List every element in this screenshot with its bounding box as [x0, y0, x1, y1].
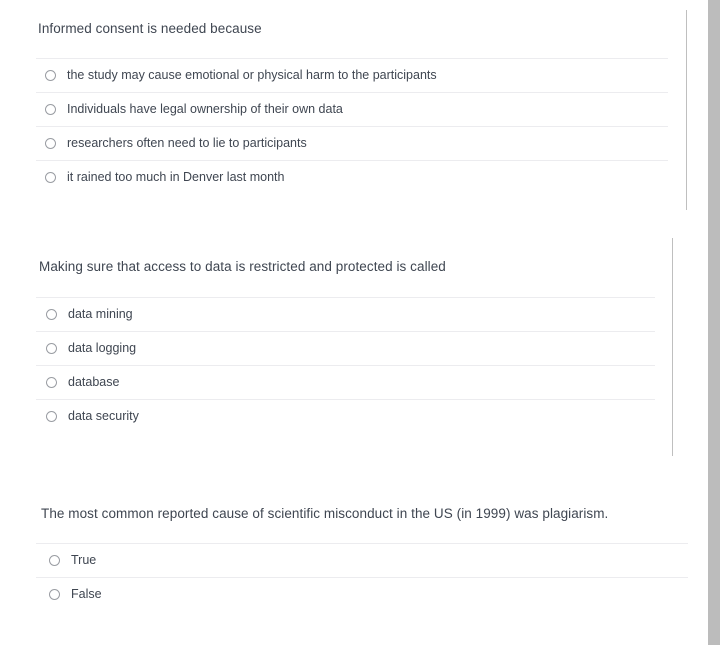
- vertical-scrollbar[interactable]: [708, 0, 720, 645]
- content-edge-rule-lower: [672, 238, 673, 456]
- option-row[interactable]: data mining: [36, 297, 655, 331]
- option-label: the study may cause emotional or physica…: [67, 68, 437, 82]
- option-label: researchers often need to lie to partici…: [67, 136, 307, 150]
- radio-button-icon[interactable]: [45, 70, 56, 81]
- radio-button-icon[interactable]: [45, 172, 56, 183]
- option-row[interactable]: Individuals have legal ownership of thei…: [36, 92, 668, 126]
- question-block-data-security: Making sure that access to data is restr…: [0, 258, 655, 433]
- options-list: True False: [36, 543, 688, 611]
- radio-button-icon[interactable]: [46, 343, 57, 354]
- option-label: data logging: [68, 341, 137, 355]
- option-label: data security: [68, 409, 139, 423]
- option-label: database: [68, 375, 120, 389]
- option-label: it rained too much in Denver last month: [67, 170, 285, 184]
- radio-button-icon[interactable]: [46, 309, 57, 320]
- option-row[interactable]: researchers often need to lie to partici…: [36, 126, 668, 160]
- option-row[interactable]: data logging: [36, 331, 655, 365]
- radio-button-icon[interactable]: [49, 589, 60, 600]
- question-prompt: The most common reported cause of scient…: [41, 506, 609, 521]
- question-block-scientific-misconduct: The most common reported cause of scient…: [0, 505, 688, 611]
- option-row[interactable]: False: [36, 577, 688, 611]
- option-row[interactable]: the study may cause emotional or physica…: [36, 58, 668, 92]
- option-row[interactable]: it rained too much in Denver last month: [36, 160, 668, 194]
- radio-button-icon[interactable]: [46, 377, 57, 388]
- radio-button-icon[interactable]: [49, 555, 60, 566]
- question-block-informed-consent: Informed consent is needed because the s…: [0, 20, 668, 194]
- option-row[interactable]: data security: [36, 399, 655, 433]
- options-list: the study may cause emotional or physica…: [36, 58, 668, 194]
- option-row[interactable]: database: [36, 365, 655, 399]
- quiz-page: Informed consent is needed because the s…: [0, 0, 720, 645]
- content-edge-rule-upper: [686, 10, 687, 210]
- radio-button-icon[interactable]: [46, 411, 57, 422]
- radio-button-icon[interactable]: [45, 104, 56, 115]
- options-list: data mining data logging database data s…: [36, 297, 655, 433]
- option-label: Individuals have legal ownership of thei…: [67, 102, 343, 116]
- option-row[interactable]: True: [36, 543, 688, 577]
- option-label: False: [71, 587, 102, 601]
- option-label: True: [71, 553, 97, 567]
- radio-button-icon[interactable]: [45, 138, 56, 149]
- option-label: data mining: [68, 307, 133, 321]
- question-prompt: Informed consent is needed because: [38, 21, 262, 36]
- question-prompt: Making sure that access to data is restr…: [39, 259, 446, 274]
